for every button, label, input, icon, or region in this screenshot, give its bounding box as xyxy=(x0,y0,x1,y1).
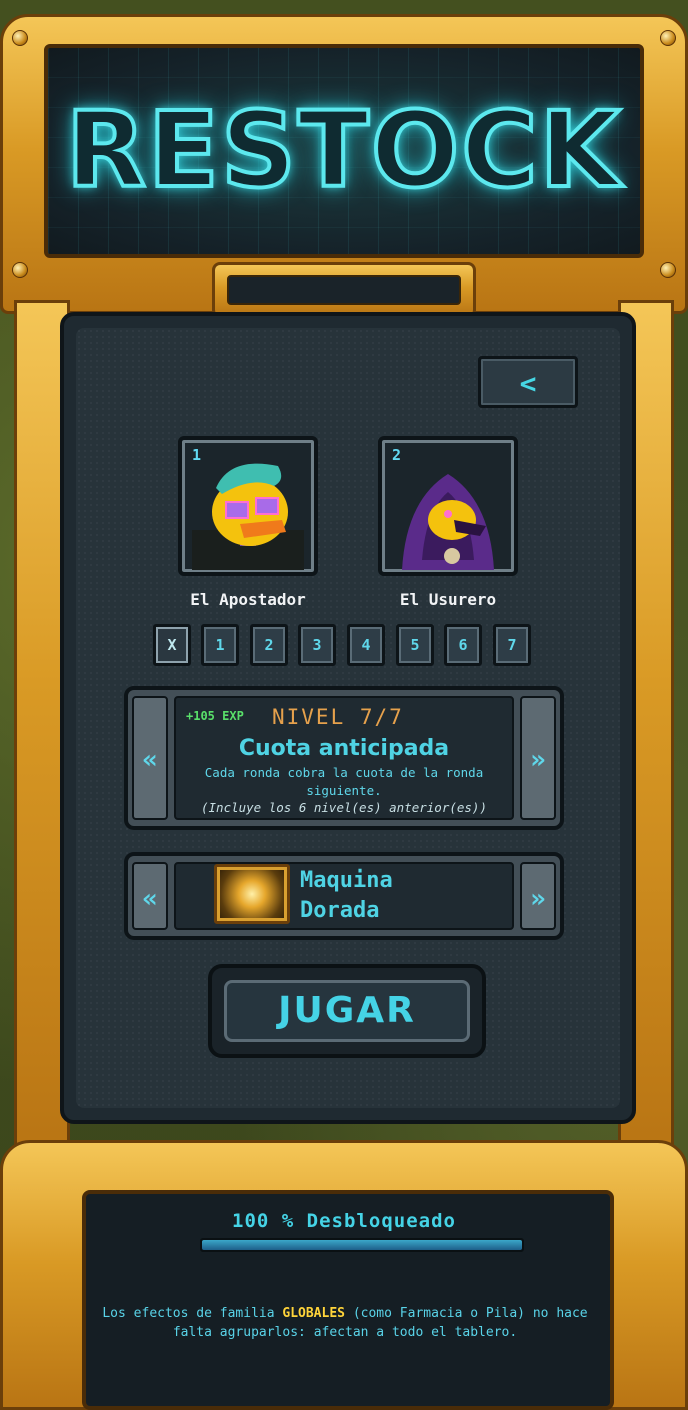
machine-name-line1: Maquina xyxy=(300,868,393,893)
unlock-progress-fill xyxy=(202,1240,522,1250)
level-button-6[interactable]: 6 xyxy=(444,624,482,666)
play-button-label: JUGAR xyxy=(224,980,470,1042)
character-name-2: El Usurero xyxy=(399,590,497,609)
rivet-icon xyxy=(660,262,676,278)
level-note: (Incluye los 6 nivel(es) anterior(es)) xyxy=(201,800,487,815)
tip-highlight: GLOBALES xyxy=(282,1306,345,1321)
level-button-3[interactable]: 3 xyxy=(298,624,336,666)
machine-prev-button[interactable]: « xyxy=(132,862,168,930)
level-indicator: NIVEL 7/7 xyxy=(272,705,404,729)
level-button-4[interactable]: 4 xyxy=(347,624,385,666)
hooded-duck-icon xyxy=(402,474,494,570)
machine-name: Maquina Dorada xyxy=(300,866,393,926)
character-portrait-1[interactable]: 1 xyxy=(178,436,318,576)
back-button[interactable]: < xyxy=(478,356,578,408)
machine-next-button[interactable]: » xyxy=(520,862,556,930)
machine-name-line2: Dorada xyxy=(300,898,380,923)
level-button-2[interactable]: 2 xyxy=(250,624,288,666)
level-prev-button[interactable]: « xyxy=(132,696,168,820)
character-number: 2 xyxy=(392,446,402,464)
tip-text: Los efectos de familia GLOBALES (como Fa… xyxy=(100,1304,590,1342)
level-button-x[interactable]: X xyxy=(153,624,191,666)
exp-reward: +105 EXP xyxy=(186,709,244,723)
character-portrait-2[interactable]: 2 xyxy=(378,436,518,576)
tip-part1: Los efectos de familia xyxy=(102,1306,283,1321)
level-next-button[interactable]: » xyxy=(520,696,556,820)
rivet-icon xyxy=(12,262,28,278)
level-button-1[interactable]: 1 xyxy=(201,624,239,666)
character-name-1: El Apostador xyxy=(190,590,306,609)
level-button-7[interactable]: 7 xyxy=(493,624,531,666)
level-title: Cuota anticipada xyxy=(238,736,450,761)
level-button-5[interactable]: 5 xyxy=(396,624,434,666)
golden-machine-icon xyxy=(214,864,290,924)
duck-gambler-icon xyxy=(192,463,304,570)
play-button[interactable]: JUGAR xyxy=(208,964,486,1058)
unlock-progress-bar xyxy=(200,1238,524,1252)
marquee-screen: RESTOCK xyxy=(44,44,644,258)
coin-slot-opening xyxy=(227,275,461,305)
coin-slot xyxy=(212,262,476,318)
level-description: Cada ronda cobra la cuota de la ronda si… xyxy=(204,765,484,798)
chevron-left-icon: < xyxy=(519,367,537,400)
unlock-status: 100 % Desbloqueado xyxy=(232,1210,456,1232)
rivet-icon xyxy=(12,30,28,46)
rivet-icon xyxy=(660,30,676,46)
character-number: 1 xyxy=(192,446,202,464)
game-logo: RESTOCK xyxy=(64,89,623,211)
